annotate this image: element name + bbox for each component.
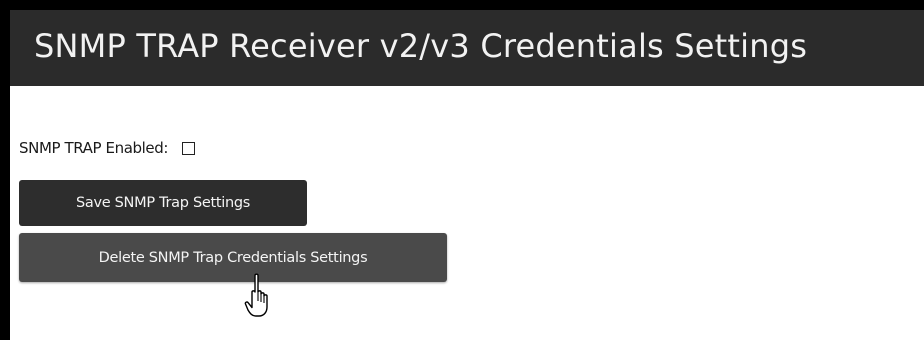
trap-enabled-label: SNMP TRAP Enabled: (19, 139, 169, 157)
save-snmp-trap-settings-button[interactable]: Save SNMP Trap Settings (19, 180, 307, 226)
save-button-label: Save SNMP Trap Settings (75, 195, 251, 211)
delete-snmp-trap-credentials-button[interactable]: Delete SNMP Trap Credentials Settings (19, 233, 447, 282)
delete-button-label: Delete SNMP Trap Credentials Settings (98, 249, 368, 266)
page-title: SNMP TRAP Receiver v2/v3 Credentials Set… (34, 27, 808, 65)
panel-header: SNMP TRAP Receiver v2/v3 Credentials Set… (10, 10, 924, 86)
trap-enabled-checkbox[interactable] (182, 141, 196, 155)
trap-enabled-row: SNMP TRAP Enabled: (19, 136, 196, 160)
hand-pointer-icon (244, 272, 276, 320)
